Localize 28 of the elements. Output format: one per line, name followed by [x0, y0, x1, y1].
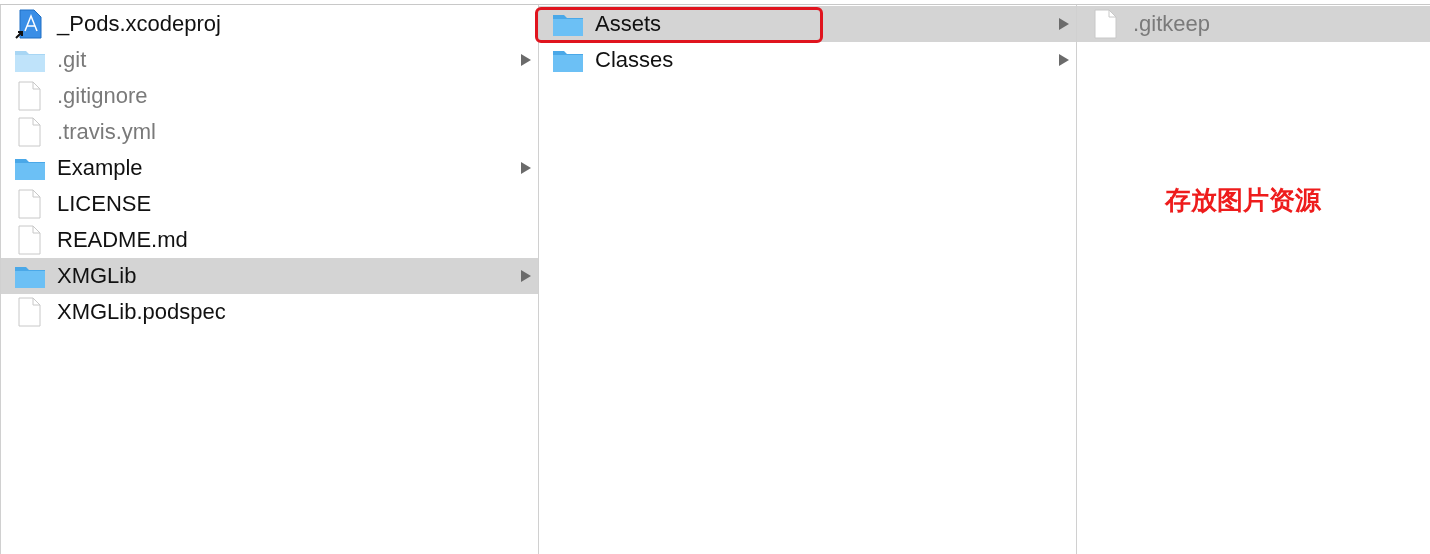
file-name: .gitkeep: [1133, 11, 1212, 37]
disclosure-arrow-icon[interactable]: [520, 53, 532, 67]
file-name: .git: [57, 47, 88, 73]
file-row[interactable]: _Pods.xcodeproj: [1, 6, 538, 42]
file-name: .travis.yml: [57, 119, 157, 145]
file-row[interactable]: XMGLib: [1, 258, 538, 294]
file-name: _Pods.xcodeproj: [57, 11, 222, 37]
file-name: Assets: [595, 11, 663, 37]
disclosure-arrow-icon[interactable]: [520, 161, 532, 175]
annotation-text: 存放图片资源: [1165, 184, 1321, 217]
file-name: XMGLib: [57, 263, 138, 289]
disclosure-arrow-icon[interactable]: [1058, 53, 1070, 67]
file-name: LICENSE: [57, 191, 153, 217]
disclosure-arrow-icon[interactable]: [1058, 17, 1070, 31]
file-row[interactable]: LICENSE: [1, 186, 538, 222]
file-name: README.md: [57, 227, 189, 253]
file-row[interactable]: README.md: [1, 222, 538, 258]
file-row[interactable]: .travis.yml: [1, 114, 538, 150]
file-name: XMGLib.podspec: [57, 299, 227, 325]
disclosure-arrow-icon[interactable]: [520, 269, 532, 283]
file-row[interactable]: Example: [1, 150, 538, 186]
file-row[interactable]: XMGLib.podspec: [1, 294, 538, 330]
file-name: Example: [57, 155, 144, 181]
file-name: .gitignore: [57, 83, 149, 109]
file-row[interactable]: Classes: [539, 42, 1076, 78]
file-name: Classes: [595, 47, 675, 73]
file-row[interactable]: .gitignore: [1, 78, 538, 114]
file-row[interactable]: .git: [1, 42, 538, 78]
